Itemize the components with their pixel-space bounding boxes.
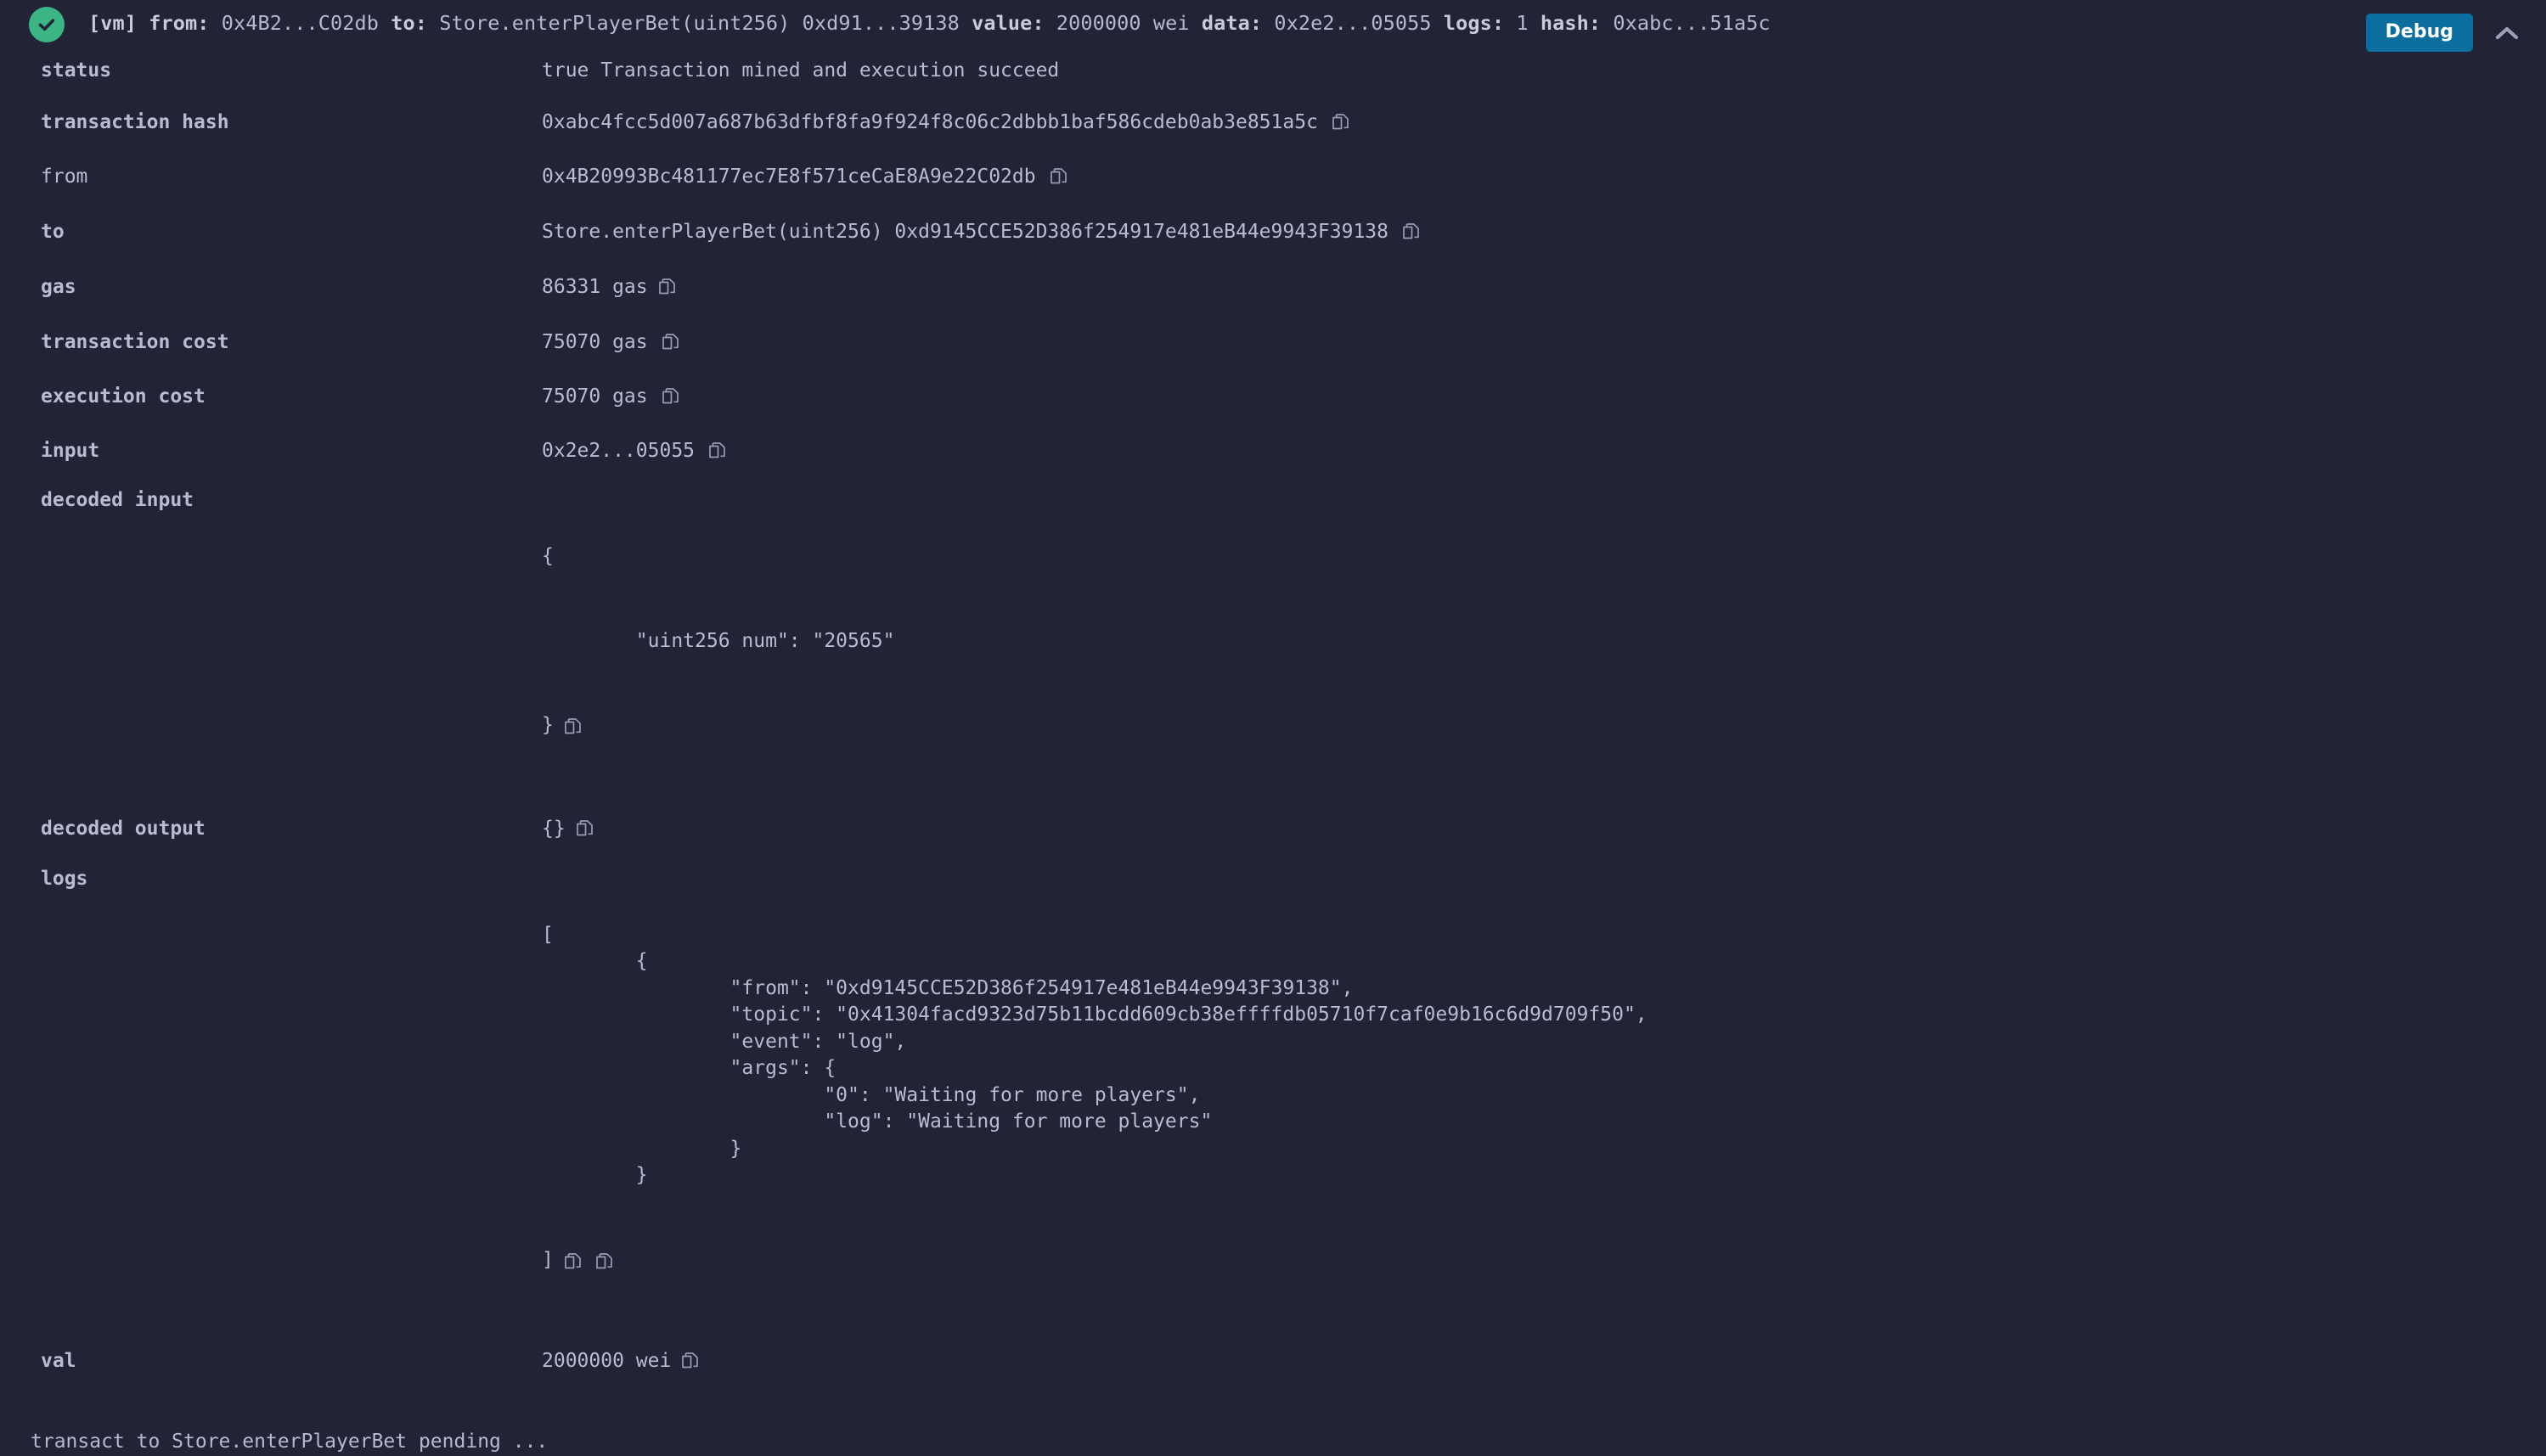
table-row-to: to Store.enterPlayerBet(uint256) 0xd9145…	[0, 217, 2546, 251]
table-row-transaction-hash: transaction hash 0xabc4fcc5d007a687b63df…	[0, 108, 2546, 142]
header-actions: Debug	[2365, 14, 2524, 52]
row-value: [ { "from": "0xd9145CCE52D386f254917e481…	[542, 864, 2546, 1332]
table-row-status: status true Transaction mined and execut…	[0, 56, 2546, 90]
row-label: val	[41, 1350, 76, 1372]
to-key: to:	[391, 11, 427, 36]
val-value: 2000000 wei	[542, 1350, 672, 1372]
copy-icon[interactable]	[1332, 113, 1349, 132]
row-label: decoded output	[41, 817, 206, 840]
row-label: execution cost	[41, 385, 206, 408]
table-row-decoded-output: decoded output {}	[0, 814, 2546, 848]
value-value: 2000000 wei	[1056, 11, 1190, 36]
console-pending-message: transact to Store.enterPlayerBet pending…	[31, 1431, 549, 1453]
row-label: transaction cost	[41, 331, 229, 353]
chevron-up-icon[interactable]	[2490, 16, 2524, 50]
table-row-transaction-cost: transaction cost 75070 gas	[0, 328, 2546, 362]
decoded-input-body: "uint256 num": "20565"	[542, 629, 895, 652]
check-circle-icon	[29, 7, 65, 42]
row-label: transaction hash	[41, 111, 229, 133]
from-key: from:	[149, 11, 210, 36]
to-value: Store.enterPlayerBet(uint256) 0xd91...39…	[439, 11, 960, 36]
table-row-gas: gas 86331 gas	[0, 273, 2546, 306]
receipt-table: status true Transaction mined and execut…	[0, 56, 2546, 1380]
table-row-execution-cost: execution cost 75070 gas	[0, 382, 2546, 416]
decoded-input-close: }	[542, 714, 554, 736]
row-value: 2000000 wei	[542, 1346, 2546, 1375]
input-value: 0x2e2...05055	[542, 440, 696, 462]
row-value: 75070 gas	[542, 382, 2546, 411]
table-row-decoded-input: decoded input { "uint256 num": "20565" }	[0, 486, 2546, 797]
row-label: from	[41, 166, 88, 188]
row-label: input	[41, 440, 100, 462]
row-value: 0x2e2...05055	[542, 436, 2546, 465]
copy-icon[interactable]	[658, 278, 676, 297]
status-value: true Transaction mined and execution suc…	[542, 59, 1060, 82]
copy-icon[interactable]	[662, 387, 679, 407]
vm-tag: [vm]	[88, 11, 137, 36]
row-value: 86331 gas	[542, 273, 2546, 301]
value-key: value:	[972, 11, 1045, 36]
copy-icon[interactable]	[708, 441, 726, 461]
row-label: decoded input	[41, 489, 194, 511]
row-value: 0xabc4fcc5d007a687b63dfbf8fa9f924f8c06c2…	[542, 108, 2546, 137]
data-value: 0x2e2...05055	[1274, 11, 1432, 36]
logs-close: ]	[542, 1248, 554, 1271]
copy-icon[interactable]	[681, 1352, 699, 1371]
transaction-summary: [vm] from: 0x4B2...C02db to: Store.enter…	[88, 14, 1771, 34]
to-address-value: Store.enterPlayerBet(uint256) 0xd9145CCE…	[542, 221, 1388, 243]
row-value: 75070 gas	[542, 328, 2546, 357]
row-value: {}	[542, 814, 2546, 843]
data-key: data:	[1201, 11, 1263, 36]
row-label: gas	[41, 276, 76, 298]
from-value: 0x4B2...C02db	[221, 11, 379, 36]
row-value: Store.enterPlayerBet(uint256) 0xd9145CCE…	[542, 217, 2546, 246]
copy-icon[interactable]	[662, 333, 679, 352]
copy-icon[interactable]	[576, 819, 594, 839]
table-row-from: from 0x4B20993Bc481177ec7E8f571ceCaE8A9e…	[0, 162, 2546, 196]
transaction-cost-value: 75070 gas	[542, 331, 648, 353]
row-value: { "uint256 num": "20565" }	[542, 486, 2546, 797]
table-row-input: input 0x2e2...05055	[0, 436, 2546, 470]
copy-icon[interactable]	[564, 717, 582, 737]
logs-key: logs:	[1443, 11, 1505, 36]
row-value: 0x4B20993Bc481177ec7E8f571ceCaE8A9e22C02…	[542, 162, 2546, 191]
gas-value: 86331 gas	[542, 276, 648, 298]
table-row-val: val 2000000 wei	[0, 1346, 2546, 1380]
row-label: to	[41, 221, 65, 243]
transaction-receipt-panel: [vm] from: 0x4B2...C02db to: Store.enter…	[0, 0, 2546, 1453]
hash-key: hash:	[1540, 11, 1602, 36]
decoded-input-open: {	[542, 545, 554, 567]
row-label: status	[41, 59, 112, 82]
logs-count: 1	[1516, 11, 1529, 36]
decoded-output-value: {}	[542, 817, 566, 840]
from-address-value: 0x4B20993Bc481177ec7E8f571ceCaE8A9e22C02…	[542, 166, 1036, 188]
debug-button[interactable]: Debug	[2365, 14, 2473, 52]
row-value: true Transaction mined and execution suc…	[542, 56, 2546, 85]
copy-icon[interactable]	[1402, 222, 1420, 242]
table-row-logs: logs [ { "from": "0xd9145CCE52D386f25491…	[0, 864, 2546, 1332]
transaction-header[interactable]: [vm] from: 0x4B2...C02db to: Store.enter…	[0, 0, 2546, 52]
execution-cost-value: 75070 gas	[542, 385, 648, 408]
copy-icon[interactable]	[1050, 167, 1067, 187]
hash-value: 0xabc...51a5c	[1613, 11, 1771, 36]
copy-icon[interactable]	[564, 1252, 582, 1272]
copy-icon[interactable]	[595, 1252, 613, 1272]
logs-body: [ { "from": "0xd9145CCE52D386f254917e481…	[542, 923, 1648, 1187]
row-label: logs	[41, 867, 88, 890]
transaction-hash-value: 0xabc4fcc5d007a687b63dfbf8fa9f924f8c06c2…	[542, 111, 1318, 133]
